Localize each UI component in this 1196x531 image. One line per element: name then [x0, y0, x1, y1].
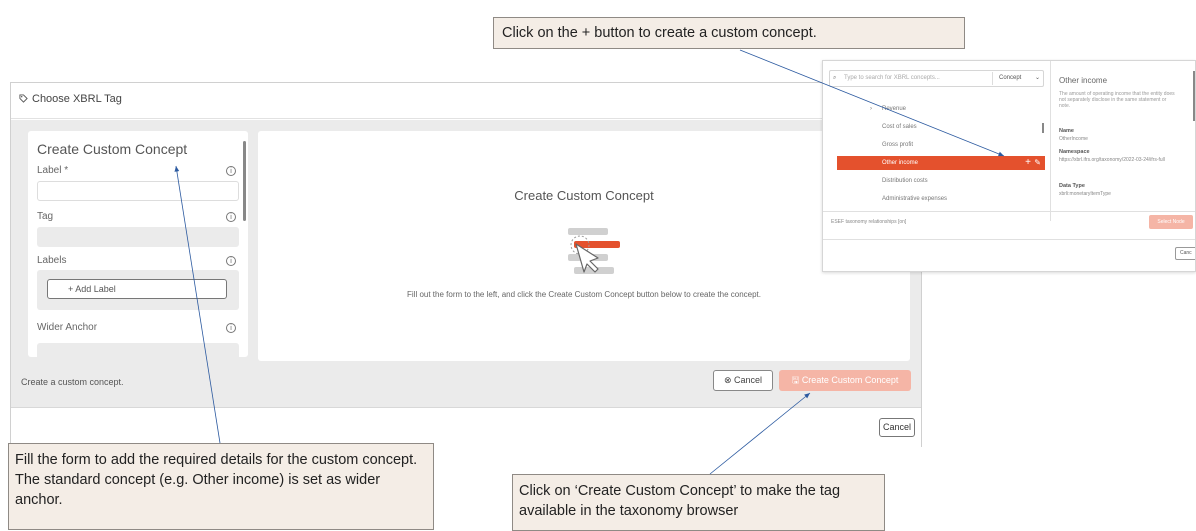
arrow-to-form [174, 165, 221, 444]
arrow-to-create-button [709, 392, 811, 475]
arrow-to-plus-button [739, 49, 1005, 157]
annotation-arrows [174, 49, 1005, 475]
